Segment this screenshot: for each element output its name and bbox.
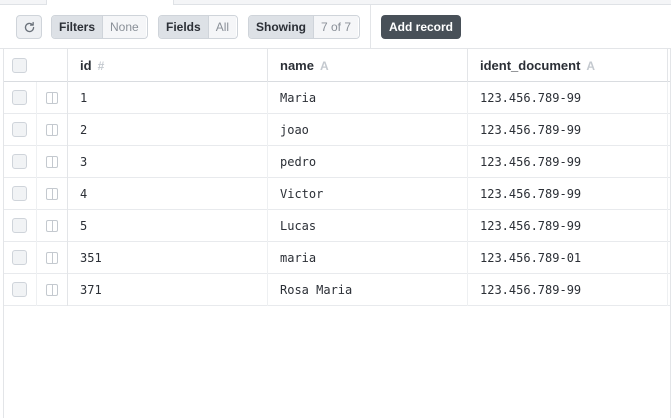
refresh-button[interactable]	[16, 15, 42, 39]
filters-button[interactable]: Filters None	[51, 15, 148, 39]
records-grid: id # name A ident_document A 1 Maria 123…	[3, 49, 671, 418]
add-record-button[interactable]: Add record	[381, 15, 461, 39]
row-select-cell	[4, 114, 36, 146]
text-type-icon: A	[319, 58, 329, 73]
cell-id[interactable]: 1	[68, 82, 268, 114]
column-header-name[interactable]: name A	[268, 49, 468, 82]
row-select-cell	[4, 82, 36, 114]
column-header-id[interactable]: id #	[68, 49, 268, 82]
cell-id[interactable]: 3	[68, 146, 268, 178]
table-row: 5 Lucas 123.456.789-99	[4, 210, 671, 242]
cell-ident-document[interactable]: 123.456.789-99	[468, 146, 668, 178]
toolbar-divider	[370, 5, 371, 49]
column-header-label: id	[80, 58, 92, 73]
showing-label: Showing	[249, 16, 313, 38]
table-row: 3 pedro 123.456.789-99	[4, 146, 671, 178]
column-header-label: ident_document	[480, 58, 581, 73]
cell-name[interactable]: joao	[268, 114, 468, 146]
grid-body: 1 Maria 123.456.789-99 2 joao 123.456.78…	[4, 82, 671, 306]
row-select-cell	[4, 274, 36, 306]
expand-icon	[46, 92, 58, 104]
cell-name[interactable]: Lucas	[268, 210, 468, 242]
row-checkbox[interactable]	[12, 250, 27, 265]
expand-row-button[interactable]	[36, 210, 68, 242]
row-select-cell	[4, 242, 36, 274]
filters-label: Filters	[52, 16, 103, 38]
cell-name[interactable]: Victor	[268, 178, 468, 210]
row-checkbox[interactable]	[12, 186, 27, 201]
select-all-cell	[4, 49, 68, 82]
expand-icon	[46, 156, 58, 168]
row-checkbox[interactable]	[12, 154, 27, 169]
cell-ident-document[interactable]: 123.456.789-99	[468, 178, 668, 210]
fields-button[interactable]: Fields All	[158, 15, 238, 39]
cell-ident-document[interactable]: 123.456.789-99	[468, 274, 668, 306]
cell-id[interactable]: 2	[68, 114, 268, 146]
row-checkbox[interactable]	[12, 282, 27, 297]
table-row: 371 Rosa Maria 123.456.789-99	[4, 274, 671, 306]
expand-row-button[interactable]	[36, 242, 68, 274]
refresh-icon	[24, 21, 34, 32]
fields-label: Fields	[159, 16, 208, 38]
row-checkbox[interactable]	[12, 122, 27, 137]
column-header-label: name	[280, 58, 314, 73]
expand-icon	[46, 220, 58, 232]
expand-icon	[46, 252, 58, 264]
table-row: 2 joao 123.456.789-99	[4, 114, 671, 146]
cell-ident-document[interactable]: 123.456.789-99	[468, 210, 668, 242]
expand-icon	[46, 284, 58, 296]
select-all-checkbox[interactable]	[12, 58, 27, 73]
table-row: 4 Victor 123.456.789-99	[4, 178, 671, 210]
number-type-icon: #	[97, 58, 105, 73]
cell-id[interactable]: 351	[68, 242, 268, 274]
cell-ident-document[interactable]: 123.456.789-99	[468, 114, 668, 146]
cell-ident-document[interactable]: 123.456.789-01	[468, 242, 668, 274]
table-toolbar: Filters None Fields All Showing 7 of 7 A…	[0, 5, 671, 49]
showing-value: 7 of 7	[313, 16, 359, 38]
cell-name[interactable]: pedro	[268, 146, 468, 178]
text-type-icon: A	[586, 58, 596, 73]
cell-id[interactable]: 4	[68, 178, 268, 210]
row-checkbox[interactable]	[12, 218, 27, 233]
expand-icon	[46, 188, 58, 200]
expand-icon	[46, 124, 58, 136]
fields-value: All	[207, 16, 237, 38]
cell-id[interactable]: 371	[68, 274, 268, 306]
expand-row-button[interactable]	[36, 114, 68, 146]
cell-name[interactable]: maria	[268, 242, 468, 274]
cell-name[interactable]: Rosa Maria	[268, 274, 468, 306]
cell-ident-document[interactable]: 123.456.789-99	[468, 82, 668, 114]
row-select-cell	[4, 146, 36, 178]
table-row: 1 Maria 123.456.789-99	[4, 82, 671, 114]
filters-value: None	[102, 16, 146, 38]
row-select-cell	[4, 210, 36, 242]
table-row: 351 maria 123.456.789-01	[4, 242, 671, 274]
expand-row-button[interactable]	[36, 146, 68, 178]
row-checkbox[interactable]	[12, 90, 27, 105]
column-header-ident-document[interactable]: ident_document A	[468, 49, 668, 82]
grid-header-row: id # name A ident_document A	[4, 49, 671, 82]
cell-name[interactable]: Maria	[268, 82, 468, 114]
expand-row-button[interactable]	[36, 274, 68, 306]
expand-row-button[interactable]	[36, 178, 68, 210]
row-select-cell	[4, 178, 36, 210]
expand-row-button[interactable]	[36, 82, 68, 114]
cell-id[interactable]: 5	[68, 210, 268, 242]
showing-button[interactable]: Showing 7 of 7	[248, 15, 360, 39]
